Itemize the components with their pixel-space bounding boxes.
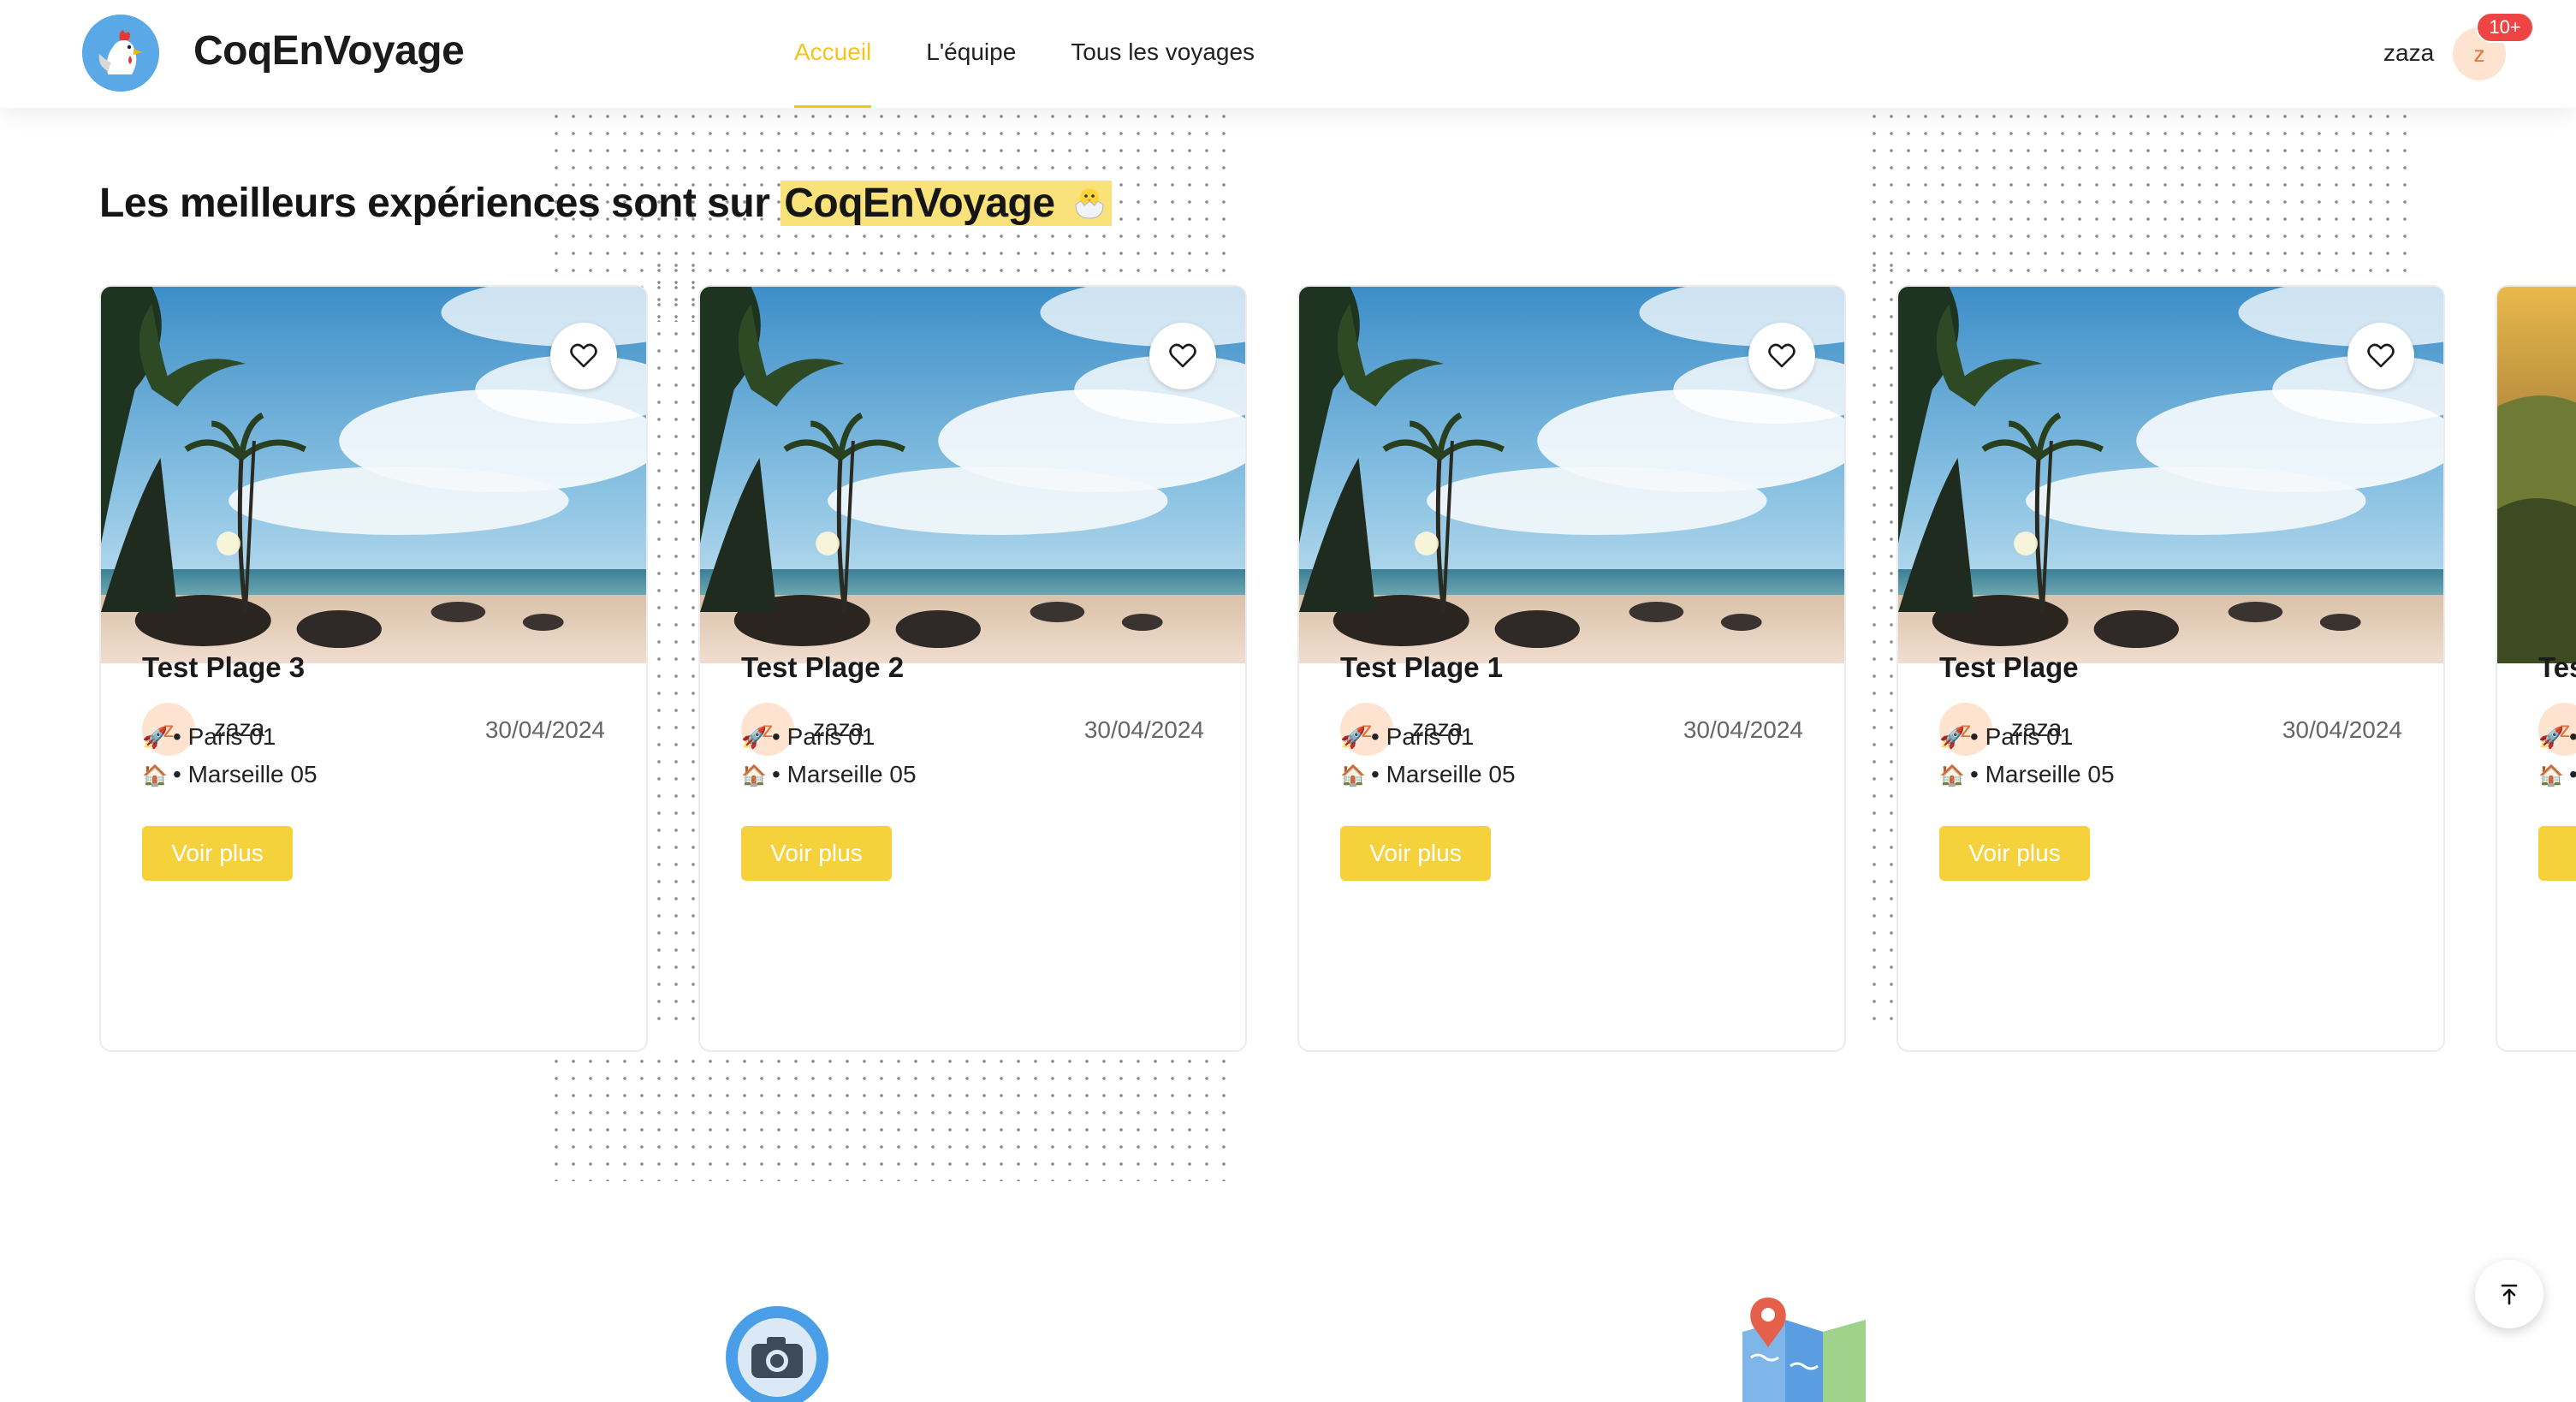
brand-name[interactable]: CoqEnVoyage — [193, 27, 465, 74]
trip-title: Test Plage 3 — [142, 651, 306, 683]
trip-card[interactable]: z zaza 30/04/2024 Test Plage 1 🚀 • Paris … — [1297, 285, 1846, 1052]
house-icon: 🏠 — [1939, 764, 1965, 787]
rocket-icon: 🚀 — [2538, 727, 2564, 750]
page-title: Les meilleurs expériences sont sur CoqEn… — [99, 180, 1113, 227]
trip-title: Test Plage 1 — [1340, 651, 1504, 683]
favorite-button[interactable] — [1748, 323, 1815, 389]
voir-plus-button[interactable]: Voir plus — [1939, 826, 2090, 881]
heart-icon — [1768, 343, 1795, 368]
trip-card[interactable]: z zaza 30/04/2024 Test Plage 2 🚀 • Paris … — [698, 285, 1247, 1052]
trip-date: 30/04/2024 — [1083, 716, 1204, 743]
departure-row: 🚀 • Paris 01 — [1340, 723, 1475, 750]
page-title-highlight: CoqEnVoyage — [781, 181, 1113, 226]
departure-city: Paris 01 — [187, 723, 276, 750]
voir-plus-button[interactable] — [2538, 826, 2576, 881]
nav-equipe[interactable]: L'équipe — [926, 0, 1016, 108]
trip-card-clip: z Tes 🚀• 🏠• — [2496, 285, 2576, 1052]
trip-date: 30/04/2024 — [484, 716, 605, 743]
departure-row: 🚀• — [2538, 723, 2576, 751]
departure-row: 🚀 • Paris 01 — [142, 723, 276, 750]
house-icon: 🏠 — [2538, 764, 2564, 787]
main-nav: Accueil L'équipe Tous les voyages — [794, 0, 1309, 108]
dotted-pattern — [1866, 257, 1900, 1027]
voir-plus-button[interactable]: Voir plus — [741, 826, 892, 881]
user-name[interactable]: zaza — [2383, 39, 2434, 67]
trip-card[interactable]: z zaza 30/04/2024 Test Plage 🚀 • Paris 01… — [1896, 285, 2445, 1052]
house-icon: 🏠 — [1340, 764, 1366, 787]
departure-city: Paris 01 — [1386, 723, 1475, 750]
departure-city: Paris 01 — [786, 723, 875, 750]
trip-card[interactable]: z Tes 🚀• 🏠• — [2496, 285, 2576, 1052]
arrival-city: Marseille 05 — [187, 761, 318, 787]
scroll-to-top-button[interactable] — [2475, 1260, 2543, 1328]
page-title-brand: CoqEnVoyage — [784, 181, 1055, 226]
trip-card[interactable]: z zaza 30/04/2024 Test Plage 3 🚀 • Paris … — [99, 285, 648, 1052]
arrival-city: Marseille 05 — [786, 761, 917, 787]
house-icon: 🏠 — [741, 764, 767, 787]
trip-date: 30/04/2024 — [1683, 716, 1803, 743]
house-icon: 🏠 — [142, 764, 168, 787]
nav-accueil[interactable]: Accueil — [794, 0, 872, 108]
page-title-prefix: Les meilleurs expériences sont sur — [99, 181, 770, 226]
nav-tous-les-voyages[interactable]: Tous les voyages — [1071, 0, 1255, 108]
trip-title: Tes — [2538, 651, 2576, 683]
departure-row: 🚀 • Paris 01 — [1939, 723, 2074, 750]
departure-row: 🚀 • Paris 01 — [741, 723, 875, 750]
trip-title: Test Plage 2 — [741, 651, 905, 683]
rocket-icon: 🚀 — [1340, 727, 1366, 750]
dotted-pattern — [548, 1053, 1232, 1181]
dotted-pattern — [1866, 108, 2413, 279]
arrival-row: 🏠 • Marseille 05 — [1340, 761, 1516, 787]
favorite-button[interactable] — [1149, 323, 1216, 389]
rooster-logo-icon[interactable] — [82, 15, 159, 92]
departure-city: Paris 01 — [1985, 723, 2074, 750]
rocket-icon: 🚀 — [741, 727, 767, 750]
arrival-row: 🏠• — [2538, 761, 2576, 788]
heart-icon — [570, 343, 597, 368]
camera-icon — [726, 1306, 828, 1402]
heart-icon — [2367, 343, 2395, 368]
map-pin-icon — [1742, 1298, 1866, 1402]
arrival-row: 🏠 • Marseille 05 — [142, 761, 318, 787]
hatching-chick-icon — [1075, 188, 1104, 219]
trip-title: Test Plage — [1939, 651, 2079, 683]
top-navbar: CoqEnVoyage Accueil L'équipe Tous les vo… — [0, 0, 2576, 108]
arrival-row: 🏠 • Marseille 05 — [741, 761, 917, 787]
arrival-city: Marseille 05 — [1386, 761, 1516, 787]
voir-plus-button[interactable]: Voir plus — [1340, 826, 1491, 881]
voir-plus-button[interactable]: Voir plus — [142, 826, 293, 881]
arrival-city: Marseille 05 — [1985, 761, 2115, 787]
favorite-button[interactable] — [2347, 323, 2414, 389]
heart-icon — [1169, 343, 1196, 368]
rocket-icon: 🚀 — [1939, 727, 1965, 750]
arrow-up-to-top-icon — [2501, 1284, 2518, 1305]
dotted-pattern — [650, 257, 702, 1027]
favorite-button[interactable] — [550, 323, 617, 389]
trip-date: 30/04/2024 — [2282, 716, 2402, 743]
rocket-icon: 🚀 — [142, 727, 168, 750]
arrival-row: 🏠 • Marseille 05 — [1939, 761, 2115, 787]
notification-badge: 10+ — [2476, 12, 2534, 43]
trip-image — [2497, 287, 2576, 663]
